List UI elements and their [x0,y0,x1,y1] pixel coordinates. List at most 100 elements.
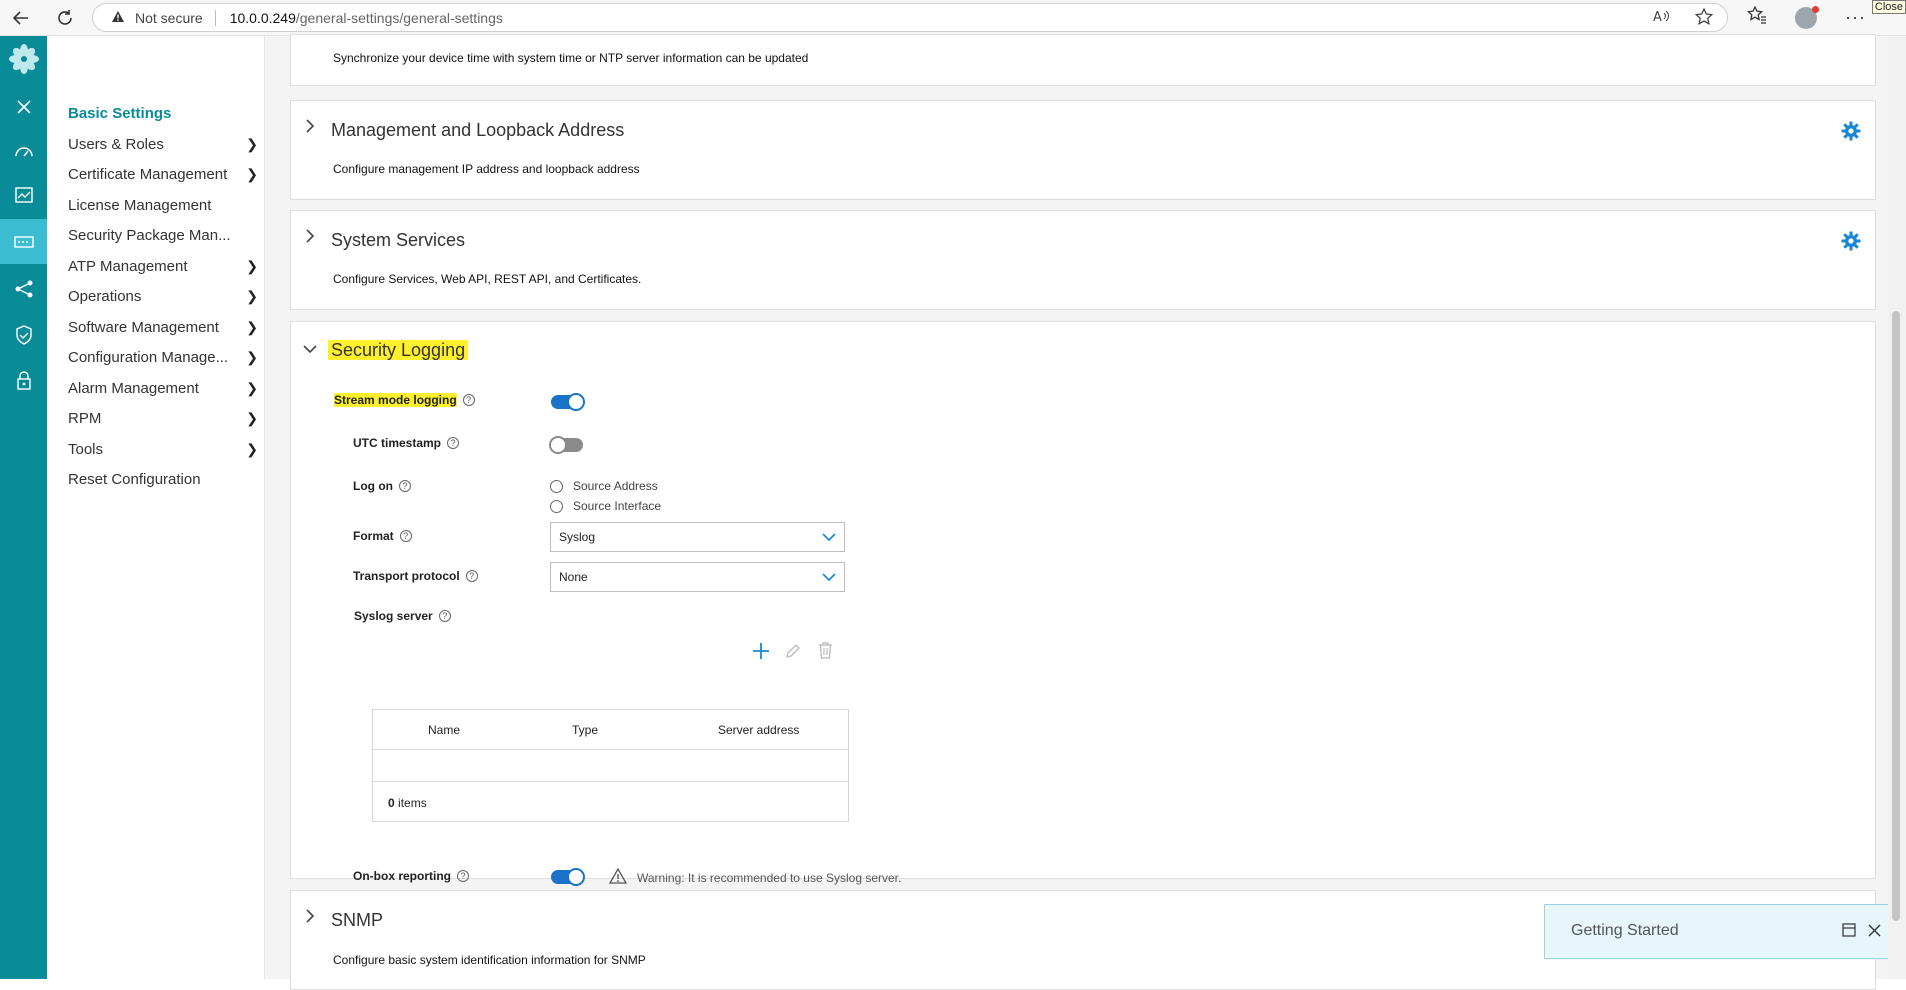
column-header-type[interactable]: Type [572,723,598,737]
close-menu-icon[interactable] [0,86,47,128]
security-shield-icon[interactable] [0,314,47,356]
help-icon[interactable]: ? [465,570,478,582]
close-icon[interactable] [1868,924,1881,942]
sidebar-item-basic-settings[interactable]: Basic Settings [68,100,258,126]
warning-icon [608,867,628,887]
sidebar-item-label: Alarm Management [68,379,199,397]
sidebar-item-configuration-management[interactable]: Configuration Manage... ❯ [68,344,258,370]
toggle-knob [567,868,585,886]
sidebar-item-alarm-management[interactable]: Alarm Management ❯ [68,375,258,401]
reload-icon[interactable] [53,6,77,30]
panel-title[interactable]: Management and Loopback Address [331,120,624,141]
sidebar-item-label: Configuration Manage... [68,348,229,366]
warning-icon [111,10,125,26]
sidebar-item-operations[interactable]: Operations ❯ [68,283,258,309]
icon-rail [0,36,47,979]
chevron-right-icon[interactable] [305,228,315,249]
sidebar-item-atp-management[interactable]: ATP Management ❯ [68,253,258,279]
sidebar-item-software-management[interactable]: Software Management ❯ [68,314,258,340]
stream-mode-toggle[interactable] [551,393,585,411]
radio-button[interactable] [550,479,563,493]
panel-description: Configure basic system identification in… [333,953,646,967]
sidebar-item-label: Security Package Man... [68,226,231,244]
monitor-icon[interactable] [0,174,47,216]
sidebar-item-label: Basic Settings [68,104,172,122]
utc-timestamp-toggle[interactable] [549,436,583,454]
browser-toolbar: Not secure 10.0.0.249/general-settings/g… [0,0,1906,36]
more-menu-icon[interactable]: ··· [1845,7,1866,28]
help-icon[interactable]: ? [457,870,469,882]
help-icon[interactable]: ? [398,480,411,492]
minimize-icon[interactable] [1842,923,1856,942]
stream-mode-label: Stream mode logging ? [334,393,475,407]
transport-protocol-select[interactable]: None [550,562,845,592]
log-on-option-source-interface[interactable]: Source Interface [550,499,661,513]
sidebar-item-security-package[interactable]: Security Package Man... [68,222,258,248]
syslog-server-table: Name Type Server address 0 items [372,709,849,822]
onbox-reporting-label: On-box reporting ? [353,869,469,883]
chevron-right-icon[interactable] [305,908,315,929]
transport-protocol-label-text: Transport protocol [353,569,460,583]
chevron-right-icon: ❯ [246,135,258,152]
radio-label: Source Interface [573,499,662,513]
help-icon[interactable]: ? [399,530,412,542]
format-label: Format ? [353,529,412,543]
radio-label: Source Address [573,479,658,493]
panel-description: Configure Services, Web API, REST API, a… [333,272,642,286]
getting-started-toast[interactable]: Getting Started [1544,904,1892,959]
panel-title[interactable]: Security Logging [328,340,469,361]
log-on-option-source-address[interactable]: Source Address [550,479,658,493]
sidebar-item-rpm[interactable]: RPM ❯ [68,405,258,431]
gear-icon[interactable] [1841,231,1861,256]
gear-icon[interactable] [1841,121,1861,146]
column-header-name[interactable]: Name [428,723,460,737]
system-services-panel[interactable]: System Services Configure Services, Web … [290,210,1876,310]
panel-title[interactable]: SNMP [331,910,383,931]
table-empty-row [373,750,848,782]
sidebar-item-reset-configuration[interactable]: Reset Configuration [68,466,258,492]
help-icon[interactable]: ? [462,394,475,406]
chevron-right-icon: ❯ [246,440,258,457]
radio-button[interactable] [550,499,563,513]
sidebar-item-tools[interactable]: Tools ❯ [68,436,258,462]
back-icon[interactable] [9,6,33,30]
sidebar-item-label: License Management [68,196,212,214]
read-aloud-icon[interactable]: A [1653,8,1671,30]
date-time-panel: Synchronize your device time with system… [290,34,1876,86]
scrollbar-thumb[interactable] [1892,311,1900,921]
profile-avatar[interactable] [1795,5,1820,29]
help-icon[interactable]: ? [438,610,451,622]
format-select[interactable]: Syslog [550,522,845,552]
address-bar[interactable]: Not secure 10.0.0.249/general-settings/g… [92,3,1728,32]
security-label[interactable]: Not secure [135,10,203,26]
chevron-right-icon: ❯ [246,409,258,426]
device-admin-icon[interactable] [0,219,47,264]
delete-trash-icon[interactable] [818,642,833,664]
network-icon[interactable] [0,268,47,310]
utc-timestamp-label: UTC timestamp ? [353,436,460,450]
dashboard-icon[interactable] [0,129,47,171]
chevron-down-icon[interactable] [302,341,318,359]
sidebar-item-label: RPM [68,409,102,427]
management-loopback-panel[interactable]: Management and Loopback Address Configur… [290,100,1876,200]
panel-title[interactable]: System Services [331,230,465,251]
lock-icon[interactable] [0,360,47,402]
favorites-icon[interactable] [1746,5,1767,29]
syslog-server-label: Syslog server ? [354,609,451,623]
column-header-server-address[interactable]: Server address [718,723,799,737]
edit-pencil-icon[interactable] [785,643,801,664]
sidebar-item-users-roles[interactable]: Users & Roles ❯ [68,131,258,157]
chevron-right-icon[interactable] [305,118,315,139]
onbox-reporting-toggle[interactable] [551,868,585,886]
toast-title[interactable]: Getting Started [1571,922,1679,940]
toggle-knob [549,436,567,454]
url-host: 10.0.0.249 [229,9,296,26]
sidebar-item-license-management[interactable]: License Management [68,192,258,218]
add-icon[interactable] [752,642,770,665]
favorite-star-icon[interactable] [1694,7,1714,30]
sidebar-item-certificate-management[interactable]: Certificate Management ❯ [68,161,258,187]
page-scrollbar[interactable] [1888,36,1906,979]
onbox-reporting-label-text: On-box reporting [353,869,451,883]
transport-protocol-label: Transport protocol ? [353,569,478,583]
help-icon[interactable]: ? [447,437,460,449]
